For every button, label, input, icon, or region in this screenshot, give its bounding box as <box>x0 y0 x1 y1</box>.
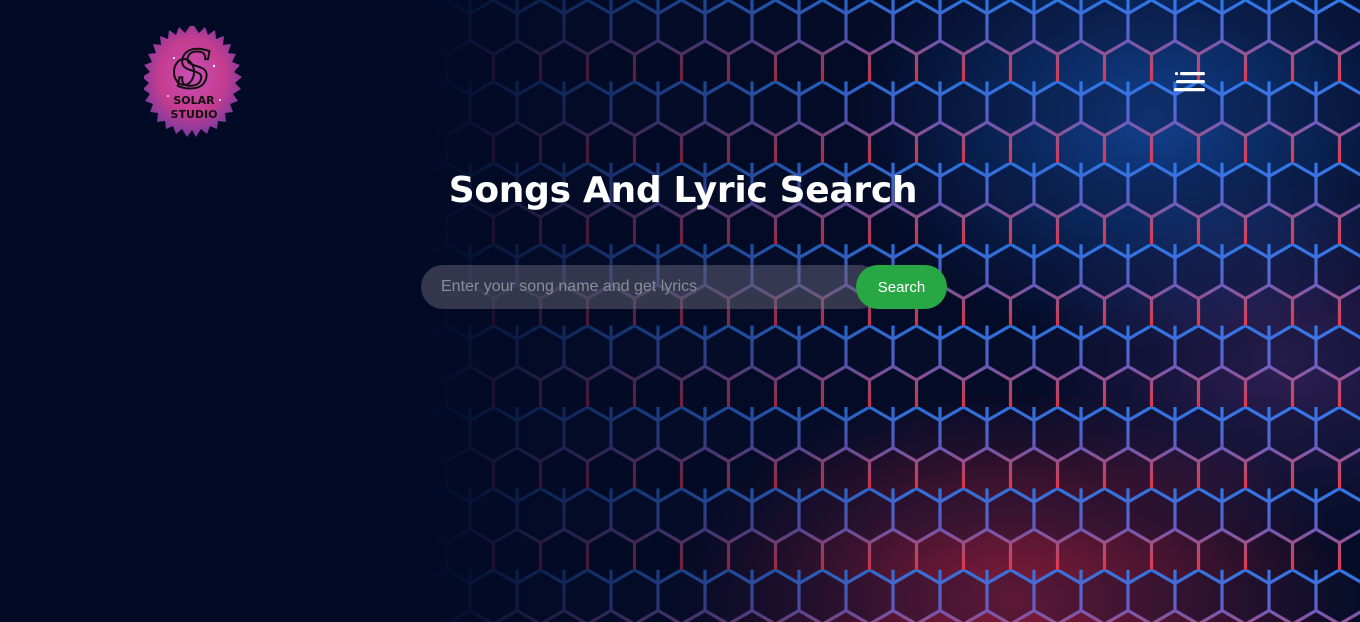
hamburger-menu-button[interactable] <box>1170 68 1208 98</box>
page: S SOLAR STUDIO Songs And Lyric Search Se… <box>0 0 1360 622</box>
search-button[interactable]: Search <box>856 265 947 309</box>
page-title: Songs And Lyric Search <box>448 170 918 211</box>
song-search-input[interactable] <box>421 265 881 309</box>
logo-text-solar: SOLAR <box>173 94 215 107</box>
solar-studio-logo[interactable]: S SOLAR STUDIO <box>144 26 244 140</box>
search-bar: Search <box>421 265 947 309</box>
logo-text-studio: STUDIO <box>171 108 218 121</box>
logo-badge-icon: S SOLAR STUDIO <box>144 26 242 137</box>
hamburger-menu-icon <box>1174 72 1205 92</box>
